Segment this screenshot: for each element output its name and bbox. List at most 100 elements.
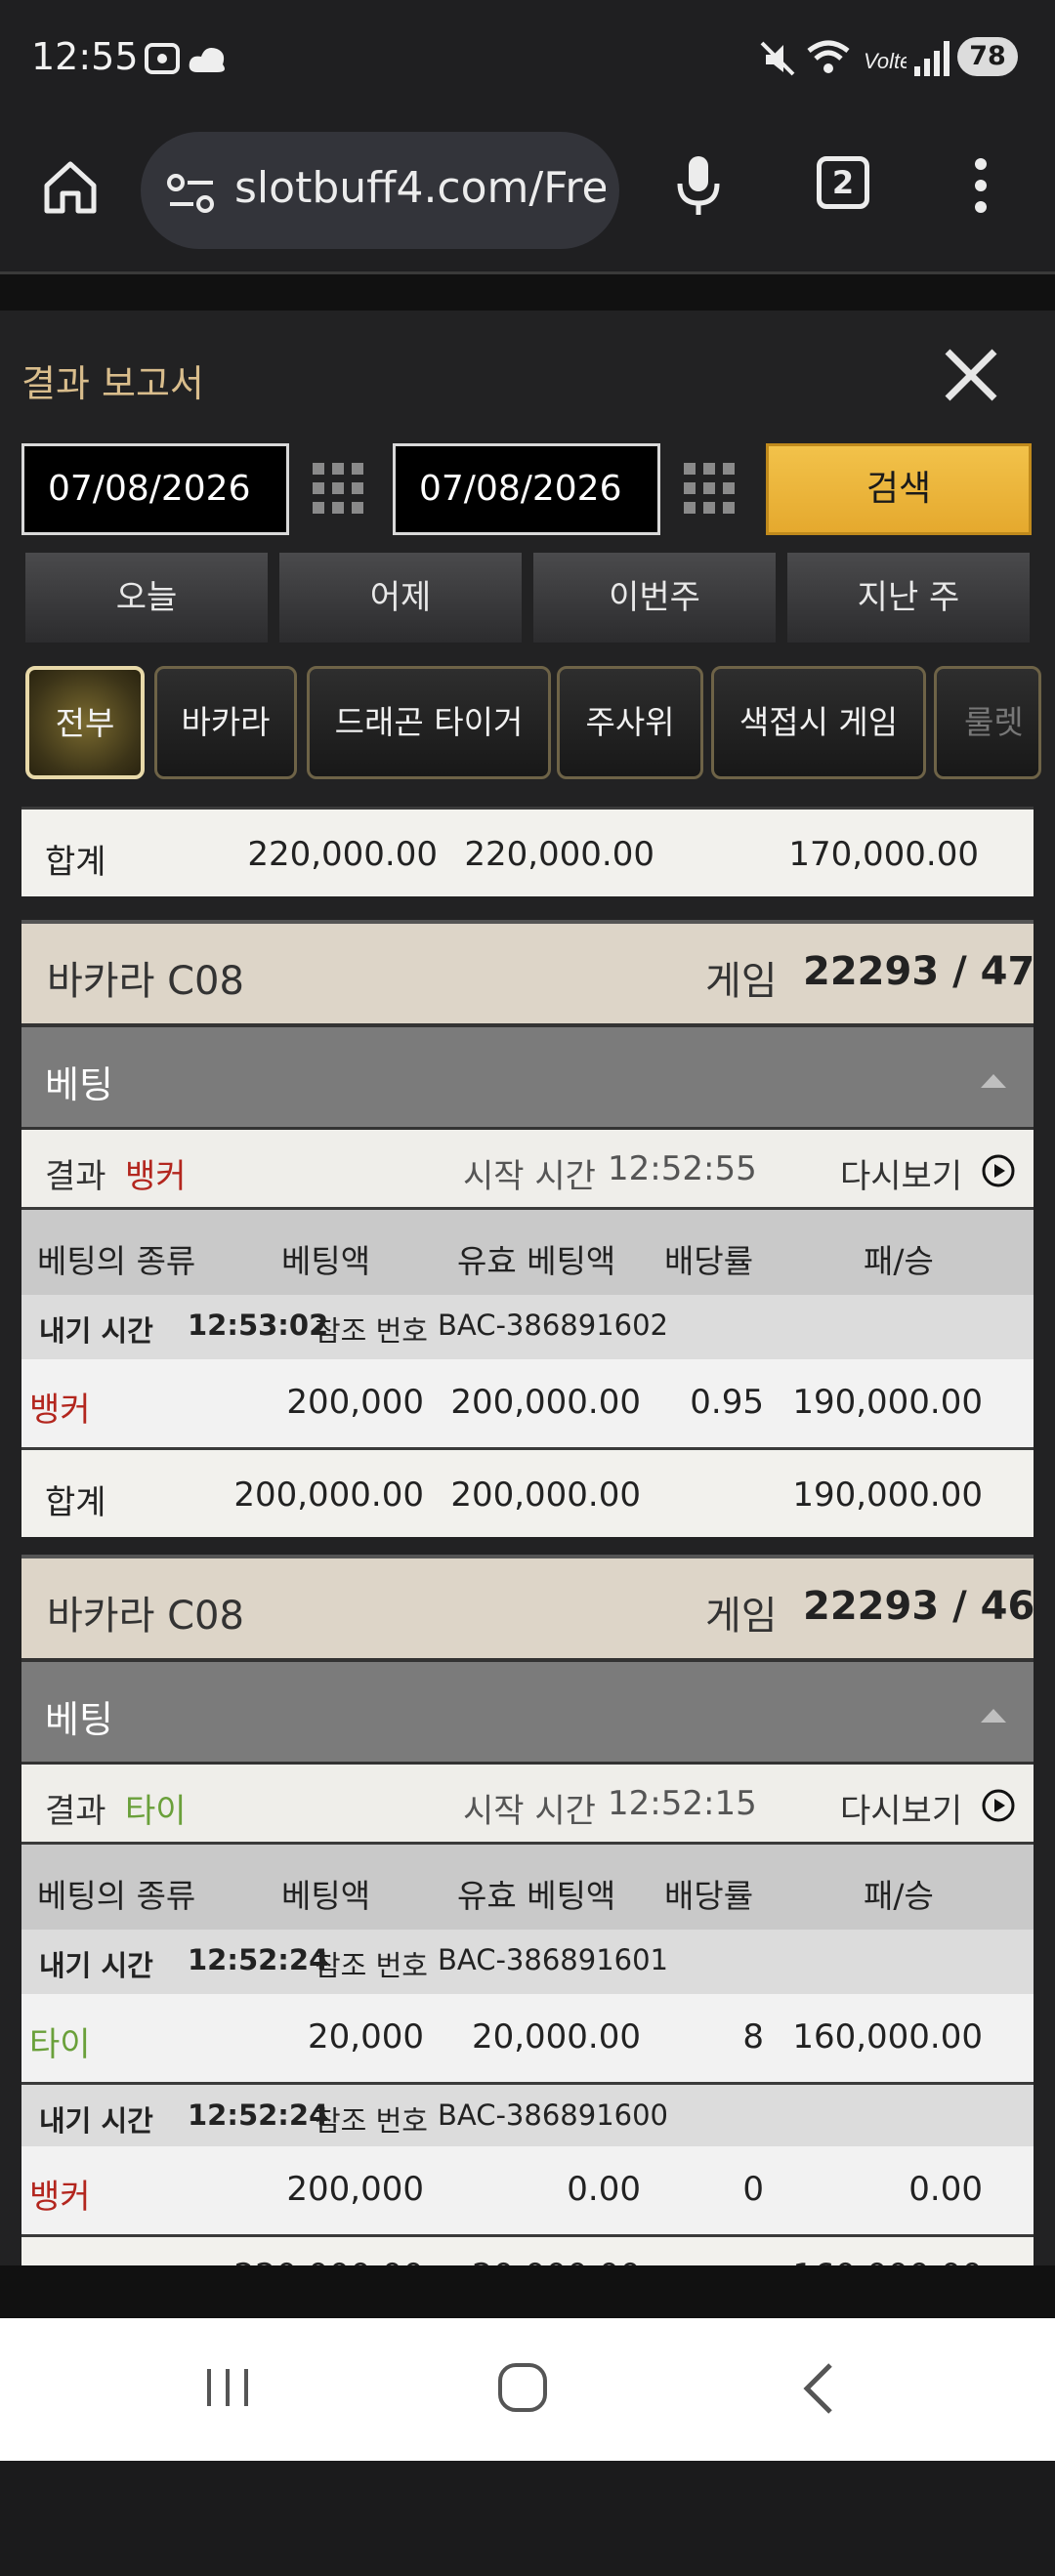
- tab-switcher-button[interactable]: 2: [817, 156, 869, 209]
- wifi-icon: [807, 40, 850, 73]
- calendar-icon[interactable]: [311, 461, 365, 516]
- game-table-name: 바카라 C08: [47, 959, 244, 1004]
- column-header-row: 베팅의 종류 베팅액 유효 베팅액 배당률 패/승: [21, 1207, 1034, 1295]
- bet-row: 뱅커 200,000 0.00 0 0.00: [21, 2146, 1034, 2234]
- total-valid-bet: 220,000.00: [464, 835, 654, 874]
- start-time-value: 12:52:15: [608, 1784, 757, 1823]
- mute-icon: [760, 41, 795, 76]
- bet-winloss: 160,000.00: [792, 2017, 983, 2057]
- play-icon[interactable]: [981, 1788, 1016, 1823]
- game-label: 게임: [705, 1594, 778, 1639]
- signal-icon: [914, 41, 950, 76]
- back-icon[interactable]: [799, 2361, 838, 2416]
- quick-range-yesterday[interactable]: 어제: [279, 553, 522, 643]
- quick-range-last-week[interactable]: 지난 주: [787, 553, 1030, 643]
- bet-type: 뱅커: [29, 1391, 91, 1430]
- status-bar: 12:55 Volte 78: [0, 0, 1055, 117]
- calendar-icon[interactable]: [682, 461, 737, 516]
- game-tab-all[interactable]: 전부: [25, 666, 145, 779]
- placed-time-value: 12:52:24: [188, 1943, 329, 1976]
- betting-title: 베팅: [45, 1063, 113, 1106]
- status-time: 12:55: [31, 35, 139, 78]
- bet-meta-row: 내기 시간 12:52:24 참조 번호 BAC-386891601: [21, 1930, 1034, 1994]
- game-header: 바카라 C08 게임 22293 / 47: [21, 920, 1034, 1023]
- col-valid-bet: 유효 베팅액: [457, 1242, 616, 1280]
- home-nav-icon[interactable]: [496, 2361, 549, 2414]
- svg-text:Volte: Volte: [864, 49, 907, 73]
- browser-toolbar: slotbuff4.com/Fre 2: [0, 117, 1055, 271]
- ref-no-value: BAC-386891602: [438, 1309, 668, 1342]
- content-bottom-edge: [0, 2265, 1055, 2318]
- start-time-label: 시작 시간: [463, 1157, 596, 1196]
- bet-odds: 0.95: [690, 1383, 764, 1422]
- quick-range-today[interactable]: 오늘: [25, 553, 268, 643]
- placed-time-value: 12:52:24: [188, 2098, 329, 2132]
- col-bet-amount: 베팅액: [281, 1877, 371, 1915]
- bet-row: 타이 20,000 20,000.00 8 160,000.00: [21, 1994, 1034, 2082]
- bet-valid: 200,000.00: [450, 1383, 641, 1422]
- home-icon[interactable]: [39, 156, 102, 219]
- col-bet-type: 베팅의 종류: [37, 1877, 196, 1915]
- game-tab-dragon-tiger[interactable]: 드래곤 타이거: [307, 666, 551, 779]
- betting-section-header[interactable]: 베팅: [21, 1658, 1034, 1762]
- placed-time-value: 12:53:02: [188, 1309, 329, 1342]
- col-valid-bet: 유효 베팅액: [457, 1877, 616, 1915]
- total-label: 합계: [45, 843, 106, 882]
- recent-apps-icon[interactable]: [203, 2365, 252, 2410]
- site-settings-icon[interactable]: [164, 169, 219, 218]
- result-report-panel: 결과 보고서 07/08/2026 07/08/2026 검색 오늘 어제 이번…: [0, 311, 1055, 2324]
- date-to-input[interactable]: 07/08/2026: [393, 443, 660, 535]
- result-label: 결과: [45, 1157, 106, 1196]
- game-round: 22293 / 47: [803, 949, 1034, 994]
- panel-title: 결과 보고서: [21, 362, 204, 405]
- play-icon[interactable]: [981, 1153, 1016, 1188]
- result-row: 결과 뱅커 시작 시간 12:52:55 다시보기: [21, 1127, 1034, 1207]
- bet-amount: 20,000: [308, 2017, 424, 2057]
- ref-no-label: 참조 번호: [315, 1949, 428, 1982]
- search-button[interactable]: 검색: [766, 443, 1032, 535]
- date-from-input[interactable]: 07/08/2026: [21, 443, 289, 535]
- bet-valid: 20,000.00: [471, 2017, 641, 2057]
- game-round: 22293 / 46: [803, 1584, 1034, 1629]
- col-winloss: 패/승: [864, 1877, 934, 1915]
- total-winloss: 170,000.00: [788, 835, 979, 874]
- start-time-value: 12:52:55: [608, 1149, 757, 1188]
- bet-type: 뱅커: [29, 2178, 91, 2217]
- ref-no-label: 참조 번호: [315, 1314, 428, 1348]
- system-navigation-bar: [0, 2318, 1055, 2461]
- close-icon[interactable]: [940, 344, 1002, 406]
- replay-link[interactable]: 다시보기: [840, 1784, 962, 1832]
- bet-meta-row: 내기 시간 12:53:02 참조 번호 BAC-386891602: [21, 1295, 1034, 1359]
- bet-type: 타이: [29, 2025, 91, 2064]
- game-tab-dice[interactable]: 주사위: [557, 666, 703, 779]
- mic-icon[interactable]: [674, 152, 723, 221]
- bet-winloss: 190,000.00: [792, 1383, 983, 1422]
- quick-range-this-week[interactable]: 이번주: [533, 553, 776, 643]
- more-menu-icon[interactable]: [971, 156, 991, 215]
- game-tab-color-dish[interactable]: 색접시 게임: [711, 666, 926, 779]
- col-bet-amount: 베팅액: [281, 1242, 371, 1280]
- bet-odds: 0: [742, 2170, 764, 2209]
- total-bet: 200,000.00: [233, 1475, 424, 1515]
- bet-amount: 200,000: [286, 2170, 424, 2209]
- bet-amount: 200,000: [286, 1383, 424, 1422]
- column-header-row: 베팅의 종류 베팅액 유효 베팅액 배당률 패/승: [21, 1842, 1034, 1930]
- cloud-icon: [189, 48, 225, 72]
- collapse-arrow-icon[interactable]: [979, 1072, 1008, 1090]
- replay-link[interactable]: 다시보기: [840, 1149, 962, 1197]
- total-valid-bet: 200,000.00: [450, 1475, 641, 1515]
- ref-no-label: 참조 번호: [315, 2104, 428, 2138]
- game-tab-roulette[interactable]: 룰렛: [934, 666, 1041, 779]
- collapse-arrow-icon[interactable]: [979, 1707, 1008, 1724]
- url-text[interactable]: slotbuff4.com/Fre: [234, 163, 606, 213]
- game-tab-baccarat[interactable]: 바카라: [154, 666, 297, 779]
- bet-winloss: 0.00: [908, 2170, 983, 2209]
- betting-section-header[interactable]: 베팅: [21, 1023, 1034, 1127]
- page-divider: [0, 271, 1055, 311]
- total-winloss: 190,000.00: [792, 1475, 983, 1515]
- start-time-label: 시작 시간: [463, 1792, 596, 1831]
- result-label: 결과: [45, 1792, 106, 1831]
- col-odds: 배당률: [664, 1877, 754, 1915]
- address-bar[interactable]: slotbuff4.com/Fre: [141, 132, 619, 249]
- battery-icon: 78: [957, 37, 1018, 76]
